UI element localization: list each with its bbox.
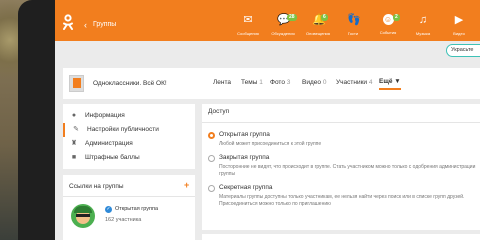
tab-members[interactable]: Участники 4	[336, 79, 373, 86]
events-icon: ☺	[382, 14, 394, 25]
nav-discussions[interactable]: 💬 28 Обсуждения	[265, 8, 301, 38]
penalty-icon: ■	[71, 154, 77, 161]
verified-check-icon: ✓	[105, 206, 112, 213]
tab-feed[interactable]: Лента	[213, 79, 231, 86]
menu-item-penalty-points[interactable]: ■ Штрафные баллы	[63, 151, 195, 165]
group-header: Одноклассники. Всё ОК! Лента Темы 1 Фото…	[63, 68, 480, 99]
menu-item-info[interactable]: ● Информация	[63, 109, 195, 123]
divider	[202, 122, 480, 123]
divider	[63, 196, 195, 197]
shield-icon: ♜	[70, 140, 78, 147]
add-link-button[interactable]: +	[184, 180, 189, 190]
access-title: Доступ	[208, 108, 230, 115]
open-group-description: Любой может присоединиться к этой группе	[219, 141, 322, 147]
nav-guests[interactable]: 👣 Гости	[335, 8, 371, 38]
nav-messages[interactable]: ✉ Сообщения	[230, 8, 266, 38]
next-settings-card	[202, 234, 480, 240]
info-icon: ●	[71, 112, 77, 119]
nav-music[interactable]: ♫ Музыка	[405, 8, 441, 38]
radio-open-group[interactable]	[208, 132, 215, 139]
footprints-icon: 👣	[347, 14, 361, 26]
access-settings-panel: Доступ Открытая группа Любой может присо…	[202, 104, 480, 230]
radio-closed-group[interactable]	[208, 155, 215, 162]
menu-item-administration[interactable]: ♜ Администрация	[63, 137, 195, 151]
video-icon: ▶	[454, 14, 464, 26]
closed-group-description: Посторонние не видят, что происходит в г…	[219, 164, 476, 177]
back-chevron-icon[interactable]: ‹	[84, 20, 87, 30]
nav-notifications[interactable]: 🔔 6 Оповещения	[300, 8, 336, 38]
envelope-icon: ✉	[243, 14, 253, 26]
radio-secret-group[interactable]	[208, 185, 215, 192]
group-links-card: Ссылки на группы + ✓ Открытая группа 162…	[63, 175, 195, 240]
tab-topics[interactable]: Темы 1	[241, 79, 263, 86]
menu-item-publicity-settings[interactable]: ✎ Настройки публичности	[63, 123, 195, 137]
linked-group-type[interactable]: Открытая группа	[115, 206, 158, 212]
music-note-icon: ♫	[418, 14, 428, 26]
discussions-badge: 28	[287, 14, 297, 21]
group-name[interactable]: Одноклассники. Всё ОК!	[93, 80, 167, 87]
tab-photos[interactable]: Фото 3	[270, 79, 290, 86]
tab-videos[interactable]: Видео 0	[302, 79, 326, 86]
linked-group-members: 162 участника	[105, 217, 142, 223]
section-title[interactable]: Группы	[93, 21, 116, 28]
top-bar: ‹ Группы ✉ Сообщения 💬 28 Обсуждения 🔔 6…	[55, 0, 480, 41]
screen: ‹ Группы ✉ Сообщения 💬 28 Обсуждения 🔔 6…	[55, 0, 480, 240]
events-badge: 2	[393, 14, 400, 21]
notifications-badge: 6	[321, 14, 328, 21]
links-title: Ссылки на группы	[69, 183, 124, 190]
nav-events[interactable]: ☺ 2 События	[370, 8, 406, 38]
group-settings-menu: ● Информация ✎ Настройки публичности ♜ А…	[63, 104, 195, 169]
linked-group-avatar[interactable]	[71, 204, 95, 228]
secret-group-label[interactable]: Секретная группа	[219, 184, 273, 191]
pencil-icon: ✎	[73, 126, 79, 133]
open-group-label[interactable]: Открытая группа	[219, 131, 270, 138]
ok-logo-icon[interactable]	[61, 14, 75, 30]
closed-group-label[interactable]: Закрытая группа	[219, 154, 269, 161]
nav-video[interactable]: ▶ Видео	[441, 8, 477, 38]
group-thumbnail[interactable]	[69, 75, 84, 92]
decorate-button[interactable]: Украсьте	[446, 44, 480, 57]
secret-group-description: Материалы группы доступны только участни…	[219, 194, 465, 207]
tab-more[interactable]: Ещё ▼	[379, 78, 401, 90]
